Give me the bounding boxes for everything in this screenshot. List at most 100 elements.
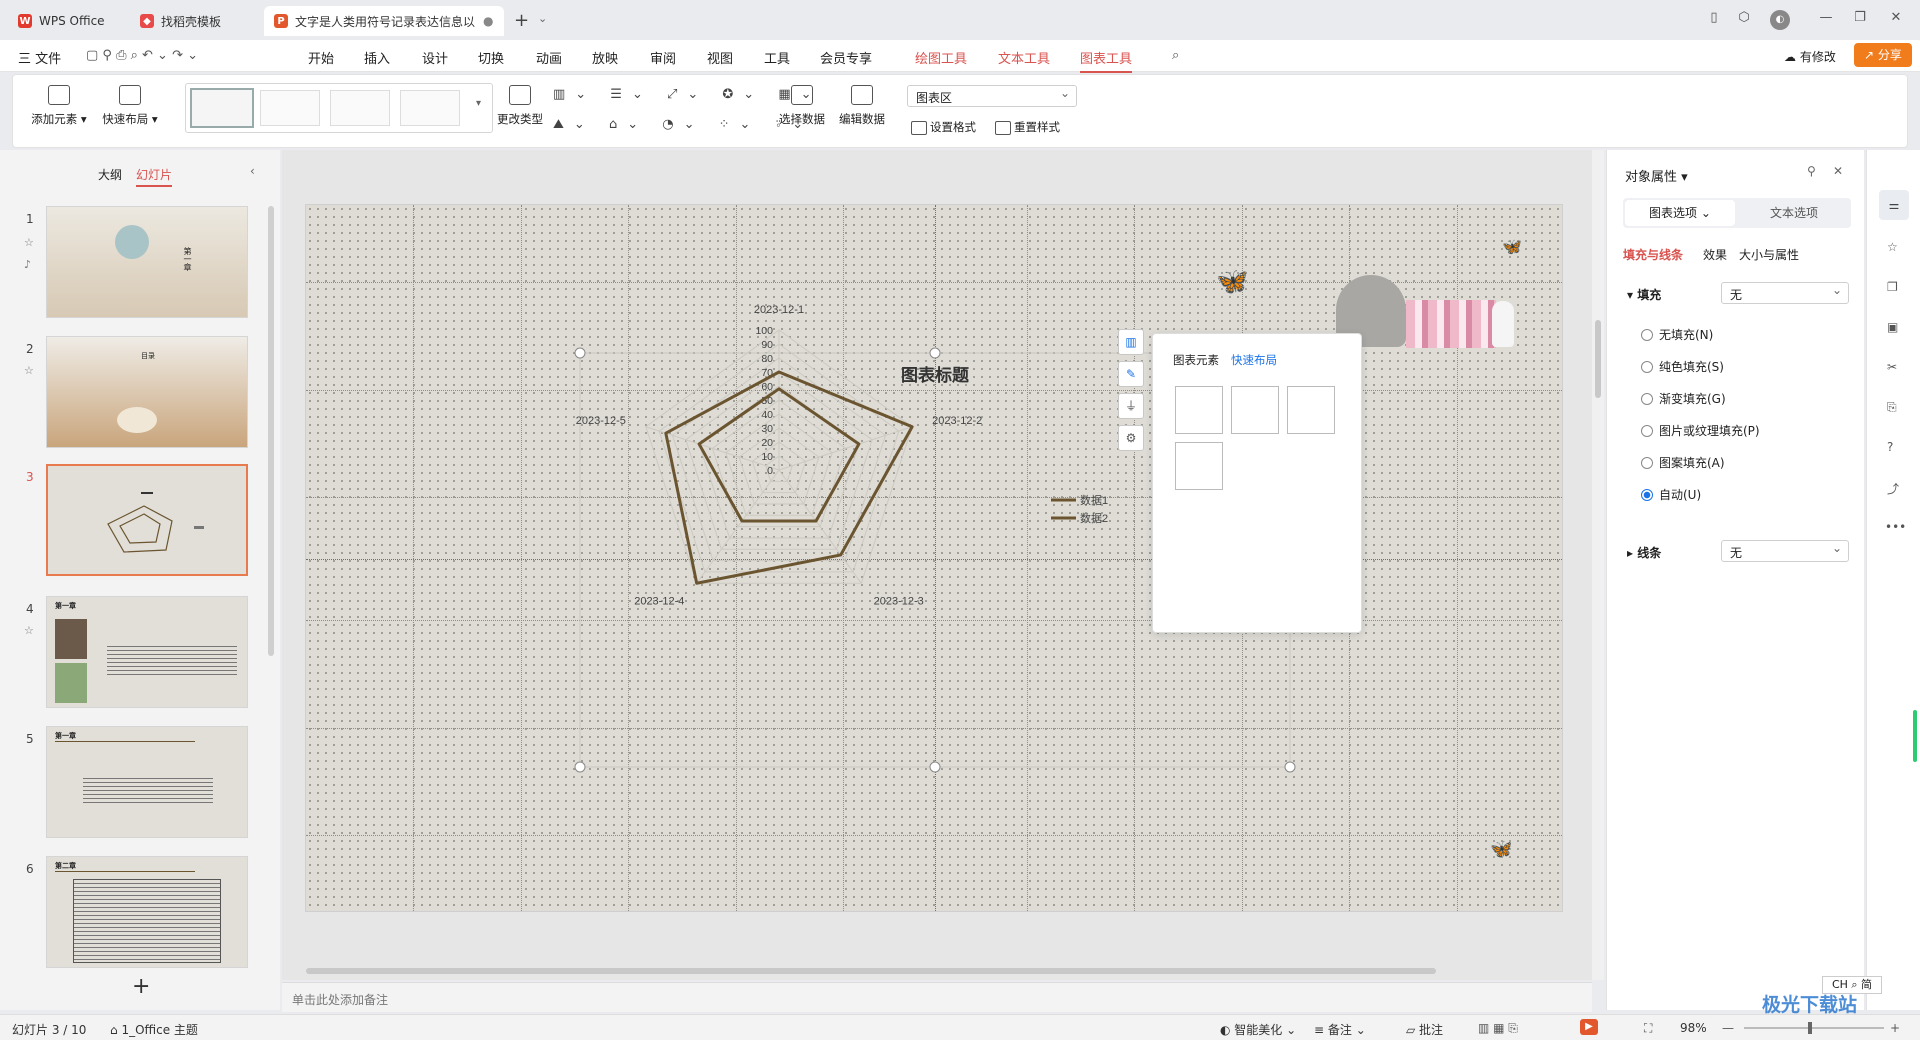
fill-section-header[interactable]: ▾ 填充 [1627,286,1661,303]
fit-icon[interactable]: ⛶ [1644,1021,1652,1036]
menu-animation[interactable]: 动画 [536,48,562,67]
thumbnail-scrollbar[interactable] [268,206,274,656]
menu-file[interactable]: 三 文件 [18,48,61,67]
vertical-scroll-thumb[interactable] [1595,320,1601,398]
more-icon[interactable]: ••• [1885,520,1906,534]
minimize-icon[interactable]: — [1816,10,1836,30]
has-changes-status[interactable]: ☁ 有修改 [1784,48,1836,65]
chart-style-2[interactable] [260,90,320,126]
comments-button[interactable]: ▱ 批注 [1406,1021,1443,1038]
quick-layout-button[interactable]: 快速布局 ▾ [99,85,161,127]
star-icon[interactable]: ☆ [1887,240,1898,254]
help-icon[interactable]: ? [1887,440,1893,454]
brush-icon[interactable]: ✎ [1118,361,1144,387]
menu-drawing-tools[interactable]: 绘图工具 [915,48,967,67]
radar-chart[interactable]: 图表标题 1009080706050403020100 2023-12-1202… [306,205,1564,913]
notes-pane[interactable]: 单击此处添加备注 [282,982,1592,1012]
layout-option-1[interactable] [1175,386,1223,434]
layout-icon[interactable]: ▯ [1704,10,1724,30]
radio-gradient-fill[interactable]: 渐变填充(G) [1641,390,1726,407]
menu-tools[interactable]: 工具 [764,48,790,67]
restore-icon[interactable]: ❐ [1850,10,1870,30]
horizontal-scrollbar[interactable] [300,966,1580,974]
unsaved-dot-icon[interactable]: ● [483,14,493,28]
smart-beautify-button[interactable]: ◐ 智能美化 ⌄ [1220,1021,1296,1038]
filter-icon[interactable]: ⏚ [1118,393,1144,419]
menu-member[interactable]: 会员专享 [820,48,872,67]
layout-option-4[interactable] [1175,442,1223,490]
pin-icon[interactable]: ⚲ [1807,164,1816,178]
chevron-down-icon[interactable]: ⌄ [538,12,547,25]
line-section-header[interactable]: ▸ 线条 [1627,544,1661,561]
subtab-size-properties[interactable]: 大小与属性 [1739,246,1799,263]
zoom-in-icon[interactable]: + [1890,1021,1900,1035]
tab-document[interactable]: P 文字是人类用符号记录表达信息以 ● [264,6,504,36]
slide-thumbnail-1[interactable]: 第一章 [46,206,248,318]
edit-data-button[interactable]: 编辑数据 [835,85,889,127]
zoom-level[interactable]: 98% [1680,1021,1707,1035]
zoom-slider-thumb[interactable] [1808,1022,1812,1034]
radio-no-fill[interactable]: 无填充(N) [1641,326,1713,343]
slide-thumbnail-6[interactable]: 第二章 [46,856,248,968]
change-type-button[interactable]: 更改类型 [493,85,547,127]
close-icon[interactable]: ✕ [1886,10,1906,30]
theme-name[interactable]: ⌂ 1_Office 主题 [110,1021,198,1038]
slide-thumbnail-3-selected[interactable] [46,464,248,576]
tab-text-options[interactable]: 文本选项 [1739,200,1849,226]
play-icon[interactable]: ▶ [1580,1019,1598,1035]
share-button[interactable]: ↗ 分享 [1854,43,1912,67]
copy-icon[interactable]: ❐ [1887,280,1898,294]
horizontal-scroll-thumb[interactable] [306,968,1436,974]
radio-pattern-fill[interactable]: 图案填充(A) [1641,454,1725,471]
radio-auto-fill[interactable]: 自动(U) [1641,486,1701,503]
image-icon[interactable]: ▣ [1887,320,1898,334]
collapse-panel-icon[interactable]: ‹ [250,164,255,178]
new-tab-button[interactable]: + [514,10,529,31]
zoom-out-icon[interactable]: — [1722,1021,1734,1035]
add-slide-button[interactable]: + [132,974,150,999]
layout-option-2[interactable] [1231,386,1279,434]
radio-solid-fill[interactable]: 纯色填充(S) [1641,358,1724,375]
tab-slides[interactable]: 幻灯片 [136,166,173,187]
line-select[interactable]: 无 [1721,540,1849,562]
chart-style-4[interactable] [400,90,460,126]
slide-thumbnail-4[interactable]: 第一章 [46,596,248,708]
cube-icon[interactable]: ⬡ [1734,10,1754,30]
tab-outline[interactable]: 大纲 [98,166,122,183]
menu-insert[interactable]: 插入 [364,48,390,67]
properties-icon[interactable]: ⚌ [1879,190,1909,220]
chart-style-3[interactable] [330,90,390,126]
zoom-slider[interactable] [1744,1027,1884,1029]
menu-home[interactable]: 开始 [308,48,334,67]
menu-design[interactable]: 设计 [422,48,448,67]
layout-option-3[interactable] [1287,386,1335,434]
slide-thumbnail-2[interactable]: 目录 [46,336,248,448]
menu-review[interactable]: 审阅 [650,48,676,67]
subtab-fill-line[interactable]: 填充与线条 [1623,246,1683,263]
select-data-button[interactable]: 选择数据 [775,85,829,127]
menu-chart-tools[interactable]: 图表工具 [1080,48,1133,73]
gallery-more-icon[interactable]: ▾ [476,98,481,109]
slide-thumbnail-5[interactable]: 第一章 [46,726,248,838]
subtab-effects[interactable]: 效果 [1703,246,1727,263]
reset-style-button[interactable]: 重置样式 [995,119,1060,135]
view-mode-icons[interactable]: ▥ ▦ ⎘ [1478,1021,1518,1036]
tab-wps-office[interactable]: W WPS Office [8,6,122,36]
chart-elements-icon[interactable]: ▥ [1118,329,1144,355]
tab-chart-options[interactable]: 图表选项 ⌄ [1625,200,1735,226]
avatar[interactable]: ◐ [1770,10,1790,30]
close-icon[interactable]: ✕ [1833,164,1843,178]
vertical-scrollbar[interactable] [1592,150,1604,980]
search-icon[interactable]: ⌕ [1172,48,1179,63]
panel-title[interactable]: 对象属性 ▾ [1625,166,1688,185]
tools-icon[interactable]: ✂ [1887,360,1897,374]
fill-select[interactable]: 无 [1721,282,1849,304]
settings-icon[interactable]: ⚙ [1118,425,1144,451]
slide-canvas[interactable]: 🦋 🦋 🦋 图表标题 100 90 80 70 60 50 40 30 20 10 0 2023-1… [305,204,1563,912]
menu-slideshow[interactable]: 放映 [592,48,618,67]
menu-text-tools[interactable]: 文本工具 [998,48,1050,67]
set-format-button[interactable]: 设置格式 [911,119,976,135]
book-icon[interactable]: ⎘ [1887,400,1897,415]
tab-docer[interactable]: ◆ 找稻壳模板 [130,6,258,36]
menu-view[interactable]: 视图 [707,48,733,67]
